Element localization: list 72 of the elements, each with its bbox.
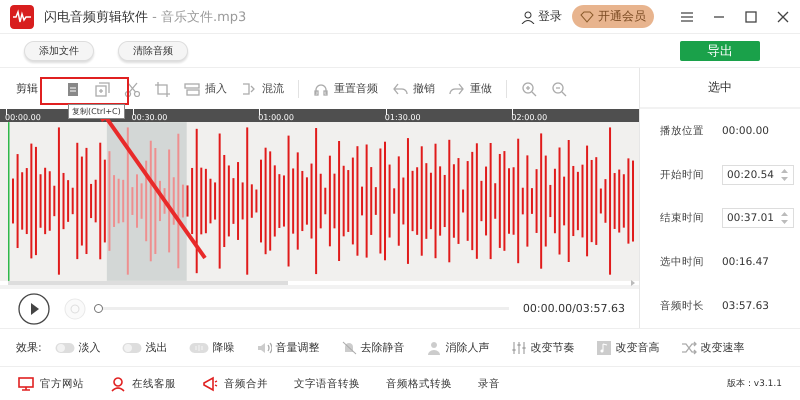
- sliders-icon: [510, 340, 527, 356]
- effect-button[interactable]: 改变速率: [680, 340, 745, 356]
- menu-icon[interactable]: [680, 10, 694, 24]
- footer-link[interactable]: 录音: [478, 376, 500, 390]
- time-label: 01:00.00: [258, 113, 294, 122]
- diamond-icon[interactable]: [580, 10, 594, 24]
- field-label: 开始时间: [660, 168, 705, 182]
- file-title: - 音乐文件.mp3: [151, 8, 246, 26]
- effect-button[interactable]: 浅出: [122, 340, 168, 356]
- tooltip: 复制(Ctrl+C): [68, 104, 125, 119]
- effects-label: 效果:: [16, 340, 42, 355]
- time-label: 00:00.00: [5, 113, 41, 122]
- field-label: 播放位置: [660, 124, 705, 138]
- field-value: 00:16.47: [722, 256, 769, 268]
- zoom-out-icon[interactable]: [551, 80, 567, 96]
- person-icon[interactable]: [521, 10, 535, 24]
- toolbar-label: 剪辑: [16, 81, 38, 96]
- app-logo-icon: [10, 4, 34, 28]
- maximize-icon[interactable]: [744, 10, 758, 24]
- toolbar-button[interactable]: 添加文件: [24, 40, 94, 60]
- music-note-icon: [596, 340, 612, 356]
- people-icon: [426, 340, 442, 356]
- vip-button[interactable]: 开通会员: [572, 5, 654, 28]
- field-value: 00:00.00: [722, 124, 769, 137]
- person-icon: [110, 376, 126, 392]
- toolbar-button[interactable]: 重做: [449, 80, 492, 96]
- footer-link[interactable]: 音频合并: [202, 376, 268, 392]
- effect-button[interactable]: 改变音高: [596, 340, 660, 356]
- megaphone-icon: [202, 376, 218, 392]
- version-label: 版本：v3.1.1: [726, 378, 782, 390]
- footer-link[interactable]: 在线客服: [110, 376, 176, 392]
- field-value: 03:57.63: [722, 300, 769, 312]
- close-icon[interactable]: [776, 10, 790, 24]
- time-label: 01:30.00: [384, 113, 421, 122]
- muted-bell-icon: [340, 340, 357, 356]
- effect-button[interactable]: 音量调整: [256, 340, 320, 356]
- time-readout: 00:00.00/03:57.63: [522, 302, 625, 315]
- app-title: 闪电音频剪辑软件: [44, 8, 148, 26]
- scissors-icon[interactable]: [124, 80, 140, 96]
- time-label: 00:30.00: [132, 113, 168, 122]
- toolbar-button[interactable]: 清除音频: [118, 40, 188, 60]
- field-label: 选中时间: [660, 255, 705, 270]
- mix-icon: [241, 80, 257, 96]
- effect-button[interactable]: 去除静音: [340, 340, 405, 356]
- zoom-in-icon[interactable]: [521, 80, 537, 96]
- time-input[interactable]: 00:20.54: [722, 164, 794, 185]
- spinner-arrows-icon[interactable]: [780, 166, 789, 183]
- time-label: 02:00.00: [511, 113, 548, 122]
- panel-title: 选中: [640, 68, 800, 109]
- effect-button[interactable]: 消除人声: [426, 340, 490, 356]
- copy-icon[interactable]: [94, 80, 110, 96]
- monitor-icon: [18, 376, 34, 392]
- footer-link[interactable]: 官方网站: [18, 376, 84, 392]
- play-button[interactable]: [18, 292, 50, 324]
- time-input[interactable]: 00:37.01: [722, 208, 794, 228]
- toolbar-button[interactable]: 混流: [241, 80, 284, 96]
- login-button[interactable]: 登录: [521, 8, 562, 25]
- toolbar-button[interactable]: 重置音频: [313, 80, 378, 96]
- toolbar-button[interactable]: 插入: [184, 80, 227, 96]
- crop-icon[interactable]: [154, 80, 170, 96]
- effect-button[interactable]: 降噪: [188, 340, 235, 356]
- field-label: 音频时长: [660, 299, 705, 314]
- shuffle-icon: [680, 340, 697, 356]
- toolbar-button[interactable]: 撤销: [392, 80, 435, 96]
- footer-link[interactable]: 音频格式转换: [386, 376, 452, 390]
- effect-button[interactable]: 淡入: [54, 340, 101, 356]
- effect-button[interactable]: 改变节奏: [510, 340, 575, 356]
- insert-icon: [184, 80, 200, 96]
- scroll-right-icon[interactable]: [629, 279, 637, 287]
- footer-link[interactable]: 文字语音转换: [294, 376, 360, 390]
- field-label: 结束时间: [660, 211, 705, 226]
- spinner-arrows-icon[interactable]: [780, 210, 789, 226]
